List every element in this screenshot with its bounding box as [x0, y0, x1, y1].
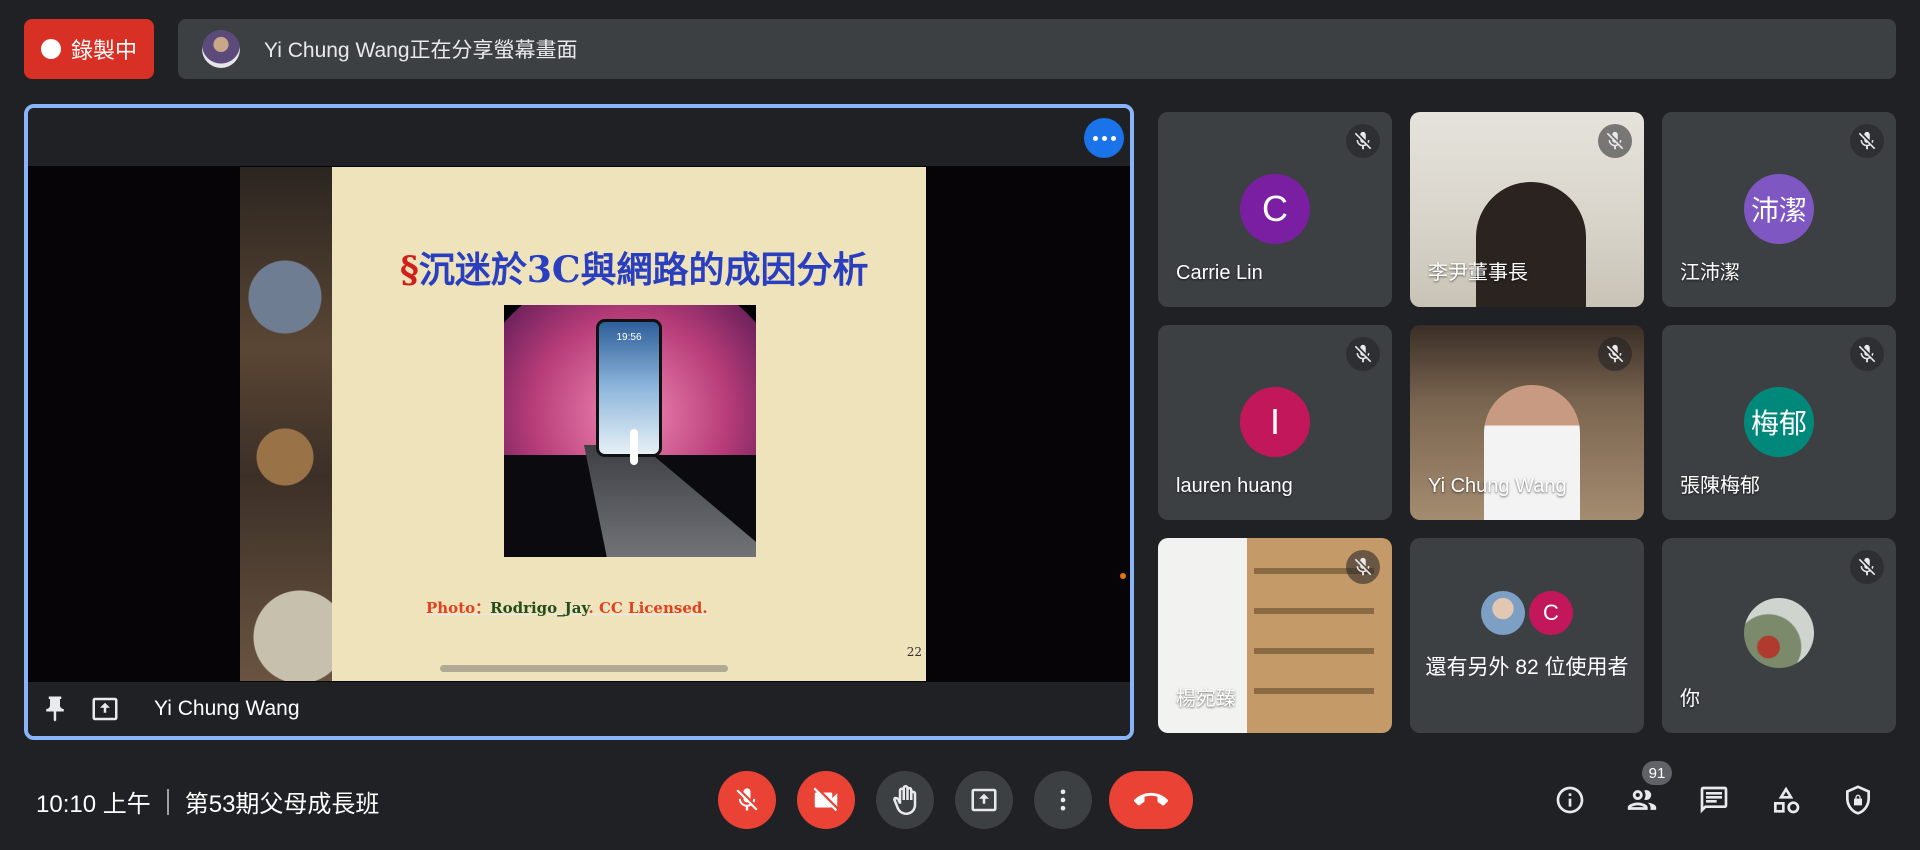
present-icon — [971, 788, 997, 812]
hand-icon — [893, 785, 917, 815]
slide-photo: 19:56 — [504, 305, 756, 557]
muted-mic-icon — [1850, 550, 1884, 584]
mini-avatars: C — [1481, 590, 1573, 635]
slide-decoration-image — [240, 167, 332, 681]
screen-share-text: Yi Chung Wang正在分享螢幕畫面 — [264, 39, 578, 62]
presentation-topbar — [28, 108, 1130, 166]
walking-figure — [630, 429, 638, 465]
activities-icon — [1774, 786, 1800, 814]
shared-slide: §沉迷於3C與網路的成因分析 19:56 Photo：Rodrigo_Jay. … — [240, 167, 926, 681]
self-tile[interactable]: 你 — [1662, 538, 1896, 733]
participant-tile[interactable]: 沛潔 江沛潔 — [1662, 112, 1896, 307]
chat-icon — [1700, 786, 1728, 814]
slide-scrollbar[interactable] — [440, 665, 728, 672]
presentation-bottombar: Yi Chung Wang — [28, 682, 1130, 736]
caption-license: . CC Licensed. — [588, 599, 708, 617]
participant-name: Yi Chung Wang — [1428, 475, 1567, 497]
avatar — [1481, 590, 1525, 635]
record-dot-icon — [40, 39, 61, 59]
muted-mic-icon — [1598, 124, 1632, 158]
slide-page-number: 22 — [906, 645, 922, 659]
meeting-details-button[interactable] — [1546, 776, 1594, 824]
muted-mic-icon — [1850, 124, 1884, 158]
participant-tile[interactable]: 楊宛臻 — [1158, 538, 1392, 733]
avatar: C — [1240, 174, 1310, 244]
shelf-graphic — [1254, 648, 1374, 654]
slide-caption: Photo：Rodrigo_Jay. CC Licensed. — [426, 597, 846, 618]
more-vert-icon — [1060, 789, 1066, 811]
people-icon — [1627, 790, 1657, 810]
more-dot-icon — [1101, 135, 1107, 141]
participant-tile[interactable]: 梅郁 張陳梅郁 — [1662, 325, 1896, 520]
section-mark: § — [400, 249, 419, 291]
avatar: 梅郁 — [1744, 387, 1814, 457]
shelf-graphic — [1254, 608, 1374, 614]
participant-count-badge: 91 — [1642, 761, 1672, 785]
caption-author: Rodrigo_Jay — [490, 599, 589, 617]
pointer-dot — [1120, 573, 1126, 579]
activities-button[interactable] — [1762, 776, 1810, 824]
present-now-button[interactable] — [955, 771, 1013, 829]
avatar: I — [1240, 387, 1310, 457]
participant-name: 你 — [1680, 688, 1700, 710]
self-avatar — [1744, 598, 1814, 668]
presenter-avatar — [202, 30, 240, 68]
caption-photo-label: Photo： — [426, 599, 491, 617]
muted-mic-icon — [1850, 337, 1884, 371]
muted-mic-icon — [1346, 550, 1380, 584]
camera-toggle-button[interactable] — [797, 771, 855, 829]
microphone-toggle-button[interactable] — [718, 771, 776, 829]
more-dot-icon — [1110, 135, 1116, 141]
info-icon — [1556, 786, 1584, 814]
slide-title-text: 沉迷於3C與網路的成因分析 — [418, 249, 869, 291]
avatar: C — [1529, 590, 1573, 635]
recording-label: 錄製中 — [70, 38, 137, 63]
participant-name: lauren huang — [1176, 475, 1293, 497]
screen-share-banner: Yi Chung Wang正在分享螢幕畫面 — [178, 19, 1896, 79]
muted-mic-icon — [1346, 124, 1380, 158]
more-dot-icon — [1092, 135, 1098, 141]
muted-mic-icon — [1598, 337, 1632, 371]
slide-title: §沉迷於3C與網路的成因分析 — [400, 241, 920, 293]
meeting-title: 第53期父母成長班 — [184, 791, 380, 818]
presenter-name: Yi Chung Wang — [154, 697, 300, 720]
meeting-info: 10:10 上午 第53期父母成長班 — [36, 784, 379, 819]
clock-time: 10:10 上午 — [36, 791, 151, 818]
participant-tile[interactable]: Yi Chung Wang — [1410, 325, 1644, 520]
chat-button[interactable] — [1690, 776, 1738, 824]
hang-up-icon — [1134, 792, 1168, 806]
shield-lock-icon — [1846, 785, 1870, 815]
host-controls-button[interactable] — [1834, 776, 1882, 824]
pin-icon[interactable] — [40, 694, 70, 724]
participant-tile[interactable]: I lauren huang — [1158, 325, 1392, 520]
avatar: 沛潔 — [1744, 174, 1814, 244]
divider — [166, 788, 169, 815]
participant-video — [1484, 385, 1580, 520]
participant-name: 李尹董事長 — [1428, 262, 1528, 284]
tile-more-options-button[interactable] — [1084, 118, 1124, 158]
leave-call-button[interactable] — [1109, 771, 1193, 829]
mic-off-icon — [736, 788, 758, 811]
participant-name: Carrie Lin — [1176, 262, 1263, 284]
participant-video — [1476, 182, 1586, 307]
present-screen-icon — [88, 694, 122, 724]
recording-button[interactable]: 錄製中 — [24, 19, 154, 79]
camera-off-icon — [813, 787, 838, 812]
muted-mic-icon — [1346, 337, 1380, 371]
raise-hand-button[interactable] — [876, 771, 934, 829]
shelf-graphic — [1254, 688, 1374, 694]
phone-time: 19:56 — [616, 332, 642, 343]
participant-tile[interactable]: 李尹董事長 — [1410, 112, 1644, 307]
participant-name: 張陳梅郁 — [1680, 475, 1760, 497]
more-participants-tile[interactable]: C 還有另外 82 位使用者 — [1410, 538, 1644, 733]
participant-name: 楊宛臻 — [1176, 688, 1236, 710]
participant-tile[interactable]: C Carrie Lin — [1158, 112, 1392, 307]
presentation-tile[interactable]: §沉迷於3C與網路的成因分析 19:56 Photo：Rodrigo_Jay. … — [24, 104, 1134, 740]
more-participants-label: 還有另外 82 位使用者 — [1425, 655, 1629, 679]
more-options-button[interactable] — [1034, 771, 1092, 829]
phone-graphic: 19:56 — [596, 319, 662, 457]
participant-name: 江沛潔 — [1680, 262, 1740, 284]
